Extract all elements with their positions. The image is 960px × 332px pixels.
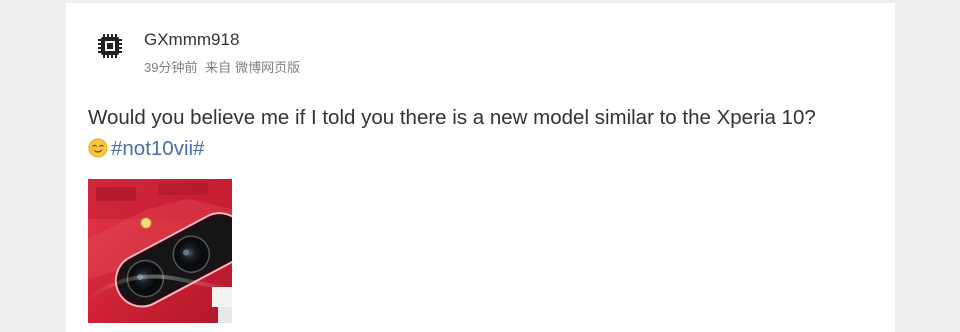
username-link[interactable]: GXmmm918 — [144, 30, 239, 50]
post-tag-line: #not10vii# — [88, 133, 878, 164]
smirk-emoji-icon — [88, 136, 108, 158]
phone-camera-image — [88, 179, 232, 323]
post-content: Would you believe me if I told you there… — [88, 102, 878, 164]
source-prefix: 来自 — [205, 60, 232, 75]
hashtag-link[interactable]: #not10vii# — [111, 137, 204, 160]
post-meta: 39分钟前 来自 微博网页版 — [144, 57, 304, 76]
post-time[interactable]: 39分钟前 — [144, 60, 197, 75]
chip-icon — [98, 34, 122, 58]
source-link[interactable]: 微博网页版 — [235, 60, 300, 75]
weibo-post-card: GXmmm918 39分钟前 来自 微博网页版 Would you believe… — [66, 3, 895, 332]
user-avatar[interactable] — [94, 30, 126, 62]
post-image-phone-camera[interactable] — [88, 179, 232, 323]
post-text-body: Would you believe me if I told you there… — [88, 106, 816, 129]
